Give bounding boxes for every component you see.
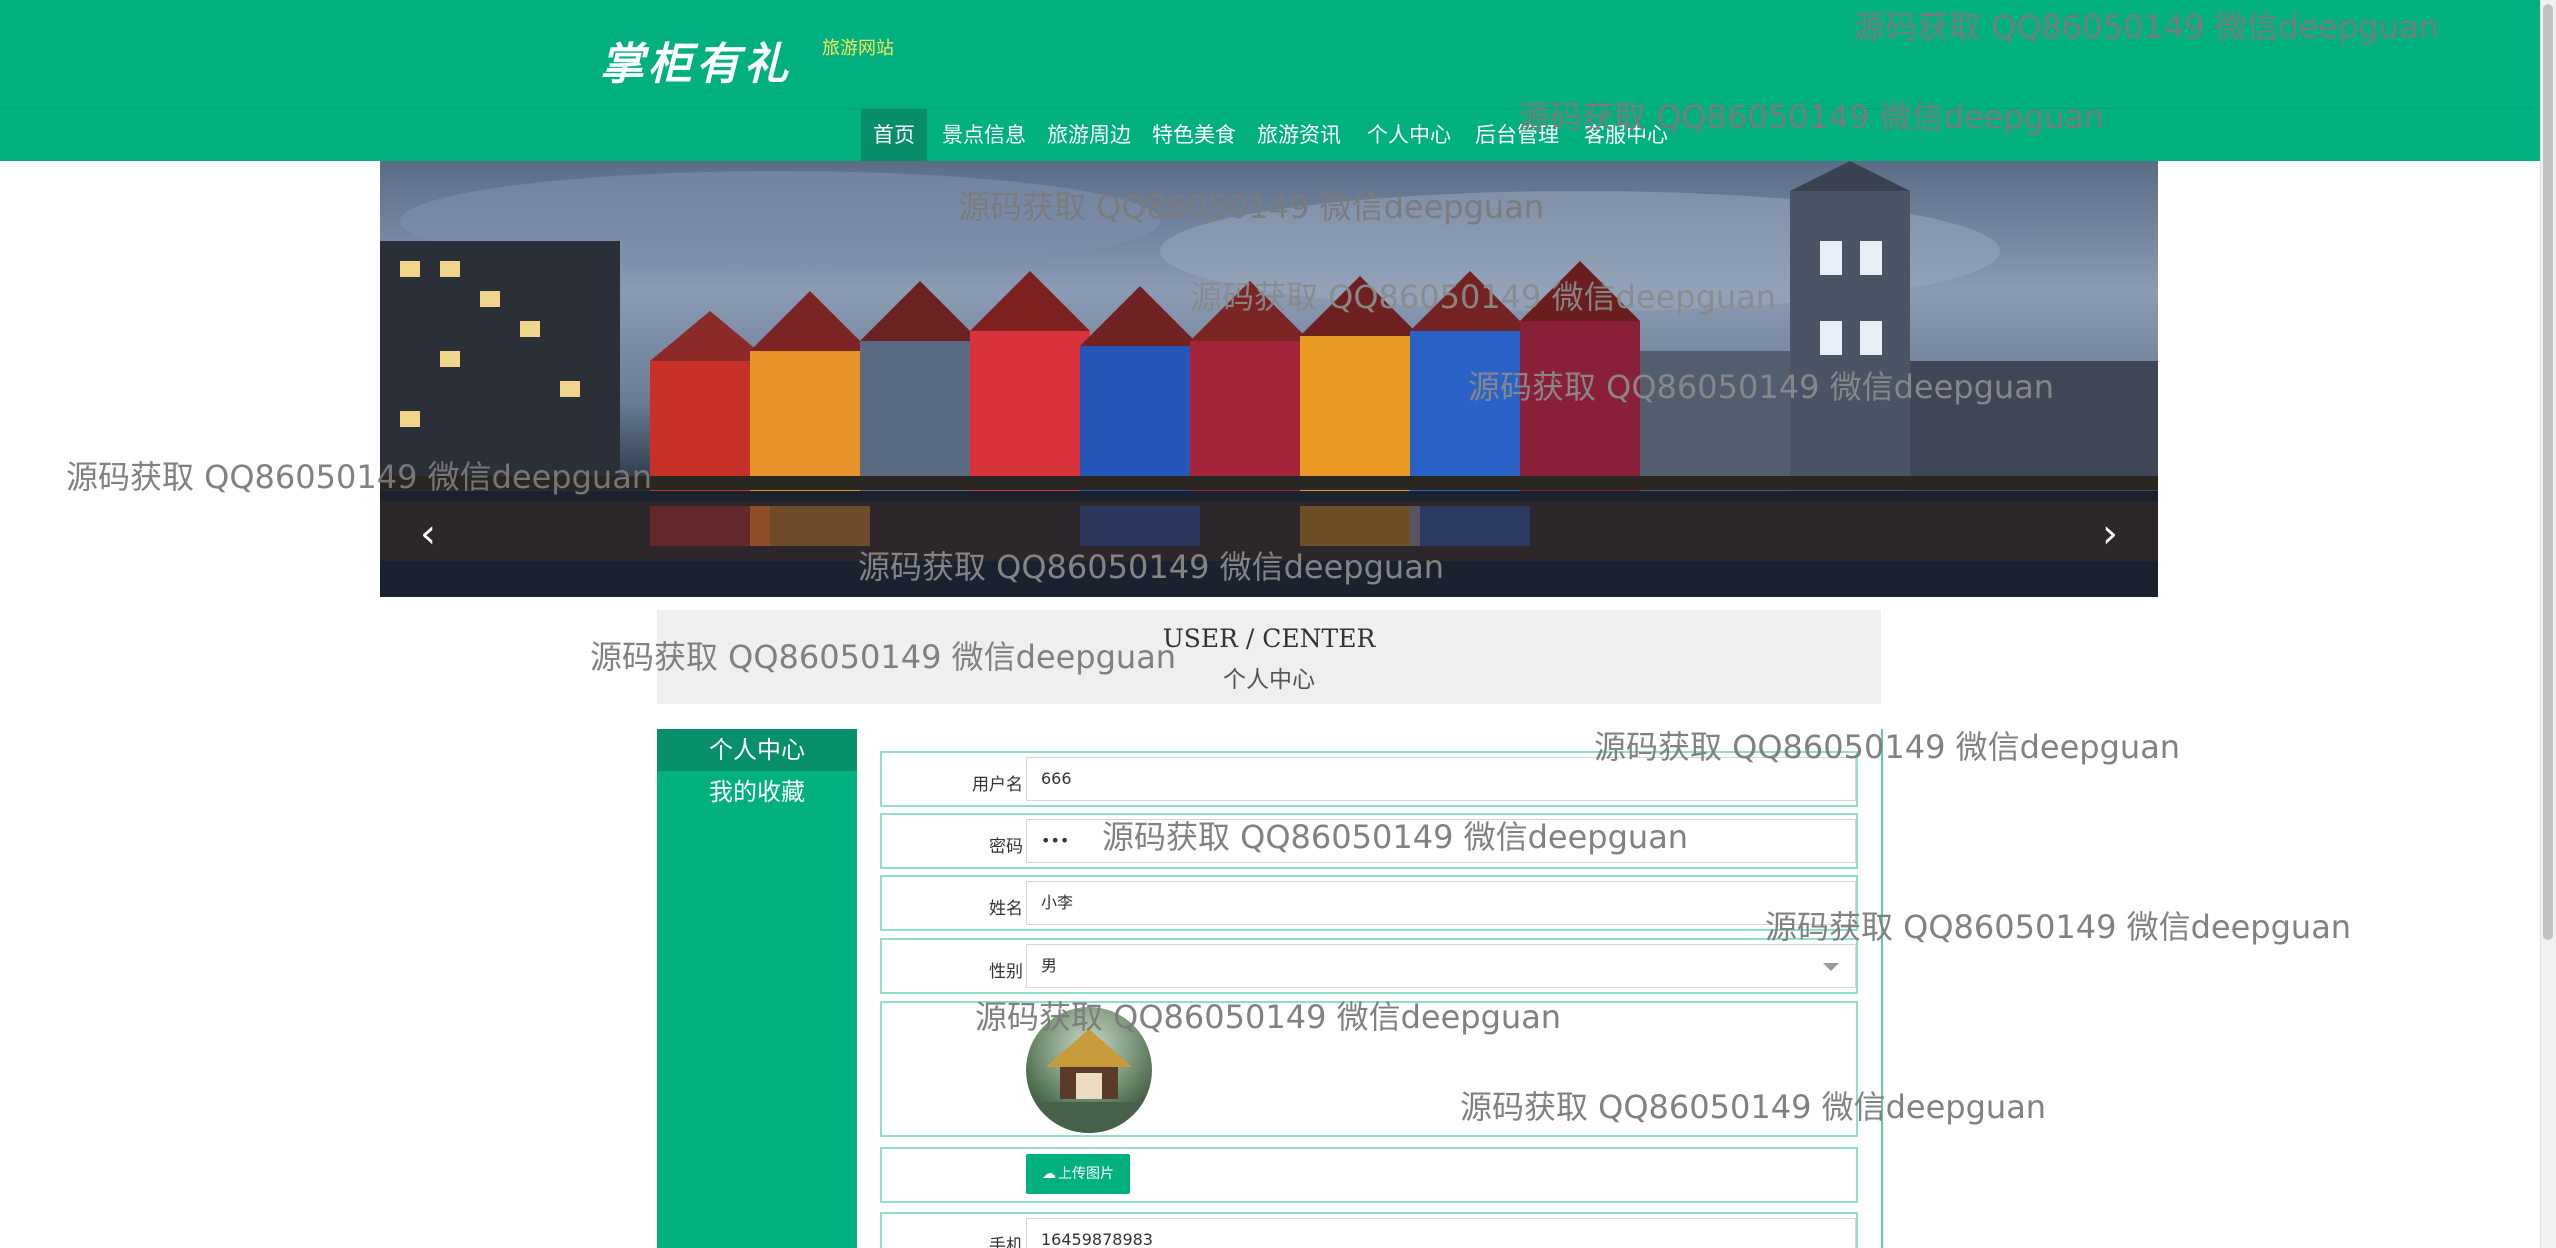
phone-input[interactable]: 16459878983 [1026,1218,1856,1248]
upload-image-label: 上传图片 [1058,1166,1114,1182]
carousel-prev-button[interactable]: ‹ [420,511,436,557]
chevron-right-icon: › [2102,511,2118,557]
site-header: 掌柜有礼 旅游网站 [0,0,2540,108]
hero-carousel[interactable]: ‹ › [380,161,2158,597]
username-label: 用户名 [972,775,1023,795]
user-sidebar: 个人中心 我的收藏 [657,729,857,1248]
section-title-box: USER / CENTER 个人中心 [657,610,1881,704]
form-row-gender: 性别 男 [880,938,1858,994]
form-row-name: 姓名 小李 [880,875,1858,931]
phone-label: 手机 [989,1236,1023,1248]
nav-item-customer-service[interactable]: 客服中心 [1572,109,1680,161]
sidebar-item-user-center[interactable]: 个人中心 [657,729,857,771]
sidebar-item-favorites[interactable]: 我的收藏 [657,771,857,813]
nav-item-home[interactable]: 首页 [861,109,927,161]
carousel-next-button[interactable]: › [2102,511,2118,557]
form-row-username: 用户名 666 [880,751,1858,807]
name-input[interactable]: 小李 [1026,881,1856,925]
site-logo[interactable]: 掌柜有礼 [600,28,792,92]
gender-label: 性别 [989,962,1023,982]
form-row-avatar [880,1001,1858,1137]
section-title-en: USER / CENTER [1162,624,1376,653]
form-row-password: 密码 ••• [880,813,1858,869]
section-title-cn: 个人中心 [1223,667,1315,693]
page-scrollbar-thumb[interactable] [2543,4,2553,940]
password-label: 密码 [989,837,1023,857]
site-subtitle: 旅游网站 [822,38,894,59]
user-profile-form: 用户名 666 密码 ••• 姓名 小李 性别 男 ☁ 上传图片 手机 1645… [870,729,1883,1248]
nav-item-travel-news[interactable]: 旅游资讯 [1245,109,1353,161]
nav-item-user-center[interactable]: 个人中心 [1355,109,1463,161]
name-label: 姓名 [989,899,1023,919]
nav-item-local-food[interactable]: 特色美食 [1140,109,1248,161]
gender-select[interactable]: 男 [1026,944,1856,988]
upload-image-button[interactable]: ☁ 上传图片 [1026,1154,1130,1194]
cloud-upload-icon: ☁ [1042,1166,1056,1182]
password-input[interactable]: ••• [1026,819,1856,863]
gender-select-value: 男 [1041,956,1058,975]
carousel-image [380,161,2158,597]
username-input[interactable]: 666 [1026,757,1856,801]
chevron-left-icon: ‹ [420,511,436,557]
form-row-phone: 手机 16459878983 [880,1212,1858,1248]
nav-item-admin[interactable]: 后台管理 [1463,109,1571,161]
form-row-upload: ☁ 上传图片 [880,1147,1858,1203]
chevron-down-icon [1823,963,1839,971]
nav-item-attractions[interactable]: 景点信息 [930,109,1038,161]
main-nav: 首页 景点信息 旅游周边 特色美食 旅游资讯 个人中心 后台管理 客服中心 [0,108,2540,161]
nav-item-travel-surroundings[interactable]: 旅游周边 [1035,109,1143,161]
avatar-preview [1026,1007,1152,1133]
